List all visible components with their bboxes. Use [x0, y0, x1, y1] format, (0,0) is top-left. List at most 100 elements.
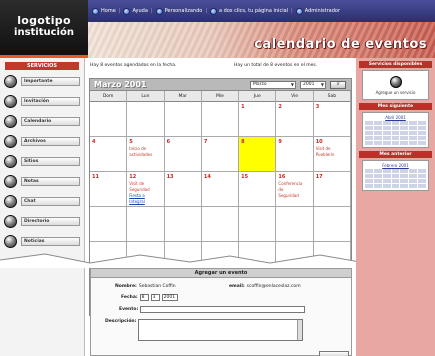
event-link[interactable]: Seguridad [278, 193, 310, 198]
month-select[interactable]: Marzo ▼ [250, 81, 296, 89]
add-service-box[interactable]: Agregue un servicio [362, 70, 429, 100]
calendar-day[interactable]: 15 [239, 172, 277, 207]
date-day-input[interactable]: 8 [139, 294, 149, 301]
event-link[interactable]: Inicio de [129, 146, 161, 151]
nav-home[interactable]: Home [92, 7, 116, 15]
calendar-day[interactable] [90, 207, 128, 242]
sidebar-item-archivos[interactable]: Archivos [4, 133, 80, 150]
nav-personalizando[interactable]: Personalizando [155, 7, 202, 15]
sidebar-item-invitacion[interactable]: Invitación [4, 93, 80, 110]
speaker-icon [4, 95, 17, 108]
calendar-day[interactable]: 7 [201, 137, 240, 172]
date-month-input[interactable]: 3 [150, 294, 160, 301]
date-row: Fecha: 8 3 2001 [121, 294, 178, 301]
calendar-day[interactable]: 1 [239, 102, 277, 137]
add-service-icon [389, 75, 402, 88]
nav-separator: | [118, 8, 121, 14]
day-number: 7 [203, 139, 208, 145]
nav-ayuda[interactable]: Ayuda [123, 7, 148, 15]
calendar-day[interactable] [127, 207, 165, 242]
date-year-input[interactable]: 2001 [161, 294, 178, 301]
calendar-day[interactable]: 11 [90, 172, 128, 207]
calendar-day[interactable]: 4 [90, 137, 128, 172]
nav-pagina-inicial[interactable]: a dos clics, tu página inicial [210, 7, 288, 15]
calendar-day[interactable]: 5 Inicio de actividades [127, 137, 165, 172]
calendar-day[interactable] [201, 207, 240, 242]
day-of-week-label: Sab [314, 91, 351, 102]
calendar-day[interactable] [239, 207, 277, 242]
next-month-calendar[interactable]: Abril 2001 [362, 112, 429, 148]
calendar-day[interactable]: 2 [276, 102, 314, 137]
event-link[interactable]: de [278, 187, 310, 192]
year-select-value: 2001 [303, 82, 315, 87]
textarea-scrollbar[interactable] [297, 320, 303, 340]
calendar-day-today[interactable]: 8 [239, 137, 277, 172]
event-link[interactable]: Fiesta a [129, 193, 161, 198]
calendar-day[interactable]: 9 [276, 137, 314, 172]
add-event-form: Agregar un evento Nombre: Sebastian Coff… [90, 268, 352, 356]
calendar-day[interactable]: 17 [313, 172, 351, 207]
calendar-day[interactable] [127, 102, 165, 137]
calendar-day[interactable] [164, 207, 202, 242]
available-services-header: Servicios disponibles [359, 61, 432, 68]
calendar-day[interactable]: 10 Visit de Pueblerin [313, 137, 351, 172]
year-select[interactable]: 2001 ▼ [300, 81, 326, 89]
calendar-day[interactable]: 14 [201, 172, 240, 207]
event-link[interactable]: Visit de [129, 181, 161, 186]
day-number: 4 [92, 139, 96, 145]
sidebar-item-noticias[interactable]: Noticias [4, 233, 80, 250]
link-icon [4, 155, 17, 168]
sidebar-item-label: Invitación [21, 97, 80, 106]
sidebar-item-label: Importante [21, 77, 80, 86]
day-number: 11 [92, 174, 99, 180]
go-button[interactable]: ir [330, 81, 346, 89]
day-number: 9 [278, 139, 282, 145]
sidebar-item-chat[interactable]: Chat [4, 193, 80, 210]
event-link[interactable]: Pueblerin [316, 152, 348, 157]
day-of-week-label: Mar [165, 91, 202, 102]
description-textarea[interactable] [138, 319, 304, 341]
calendar-day[interactable] [164, 102, 202, 137]
day-number: 2 [278, 104, 282, 110]
add-event-title: Agregar un evento [91, 269, 351, 278]
sidebar-item-calendario[interactable]: Calendario [4, 113, 80, 130]
event-link[interactable]: Visit de [316, 146, 348, 151]
disc-icon [4, 135, 17, 148]
chevron-down-icon: ▼ [290, 82, 294, 87]
event-link[interactable]: Conferencia [278, 181, 310, 186]
calendar-day[interactable]: 12 Visit de Seguridad Fiesta a Integral [127, 172, 165, 207]
sidebar-item-importante[interactable]: Importante [4, 73, 80, 90]
event-title-input[interactable] [140, 306, 306, 313]
event-link[interactable]: Seguridad [129, 187, 161, 192]
date-label: Fecha: [121, 295, 138, 300]
sidebar-item-notas[interactable]: Notas [4, 173, 80, 190]
calendar-day[interactable]: 3 [313, 102, 351, 137]
calendar-day[interactable] [201, 102, 240, 137]
sidebar-item-label: Sitios [21, 157, 80, 166]
globe-icon [92, 7, 99, 15]
sidebar-item-label: Archivos [21, 137, 80, 146]
calendar-day[interactable]: 13 [164, 172, 202, 207]
day-number: 15 [241, 174, 249, 180]
calendar-icon [4, 115, 17, 128]
day-number: 16 [278, 174, 286, 180]
name-value: Sebastian Coffin [138, 284, 176, 289]
nav-administrador[interactable]: Administrador [295, 7, 340, 15]
calendar-day[interactable] [313, 207, 351, 242]
sidebar-item-sitios[interactable]: Sitios [4, 153, 80, 170]
sidebar-item-label: Noticias [21, 237, 80, 246]
sidebar-item-label: Chat [21, 197, 80, 206]
previous-month-calendar[interactable]: Febrero 2001 [362, 160, 429, 191]
day-number: 17 [315, 174, 323, 180]
calendar-day[interactable] [90, 102, 128, 137]
submit-event-button[interactable] [319, 351, 349, 356]
calendar-day[interactable] [276, 207, 314, 242]
event-link[interactable]: actividades [129, 152, 161, 157]
calendar-day[interactable]: 6 [164, 137, 202, 172]
chevron-down-icon: ▼ [320, 82, 324, 87]
event-link[interactable]: Integral [129, 199, 161, 204]
institution-logo[interactable]: logotipo institución [0, 0, 88, 58]
calendar-day[interactable]: 16 Conferencia de Seguridad [276, 172, 314, 207]
day-number: 8 [241, 139, 245, 145]
sidebar-item-directorio[interactable]: Directorio [4, 213, 80, 230]
